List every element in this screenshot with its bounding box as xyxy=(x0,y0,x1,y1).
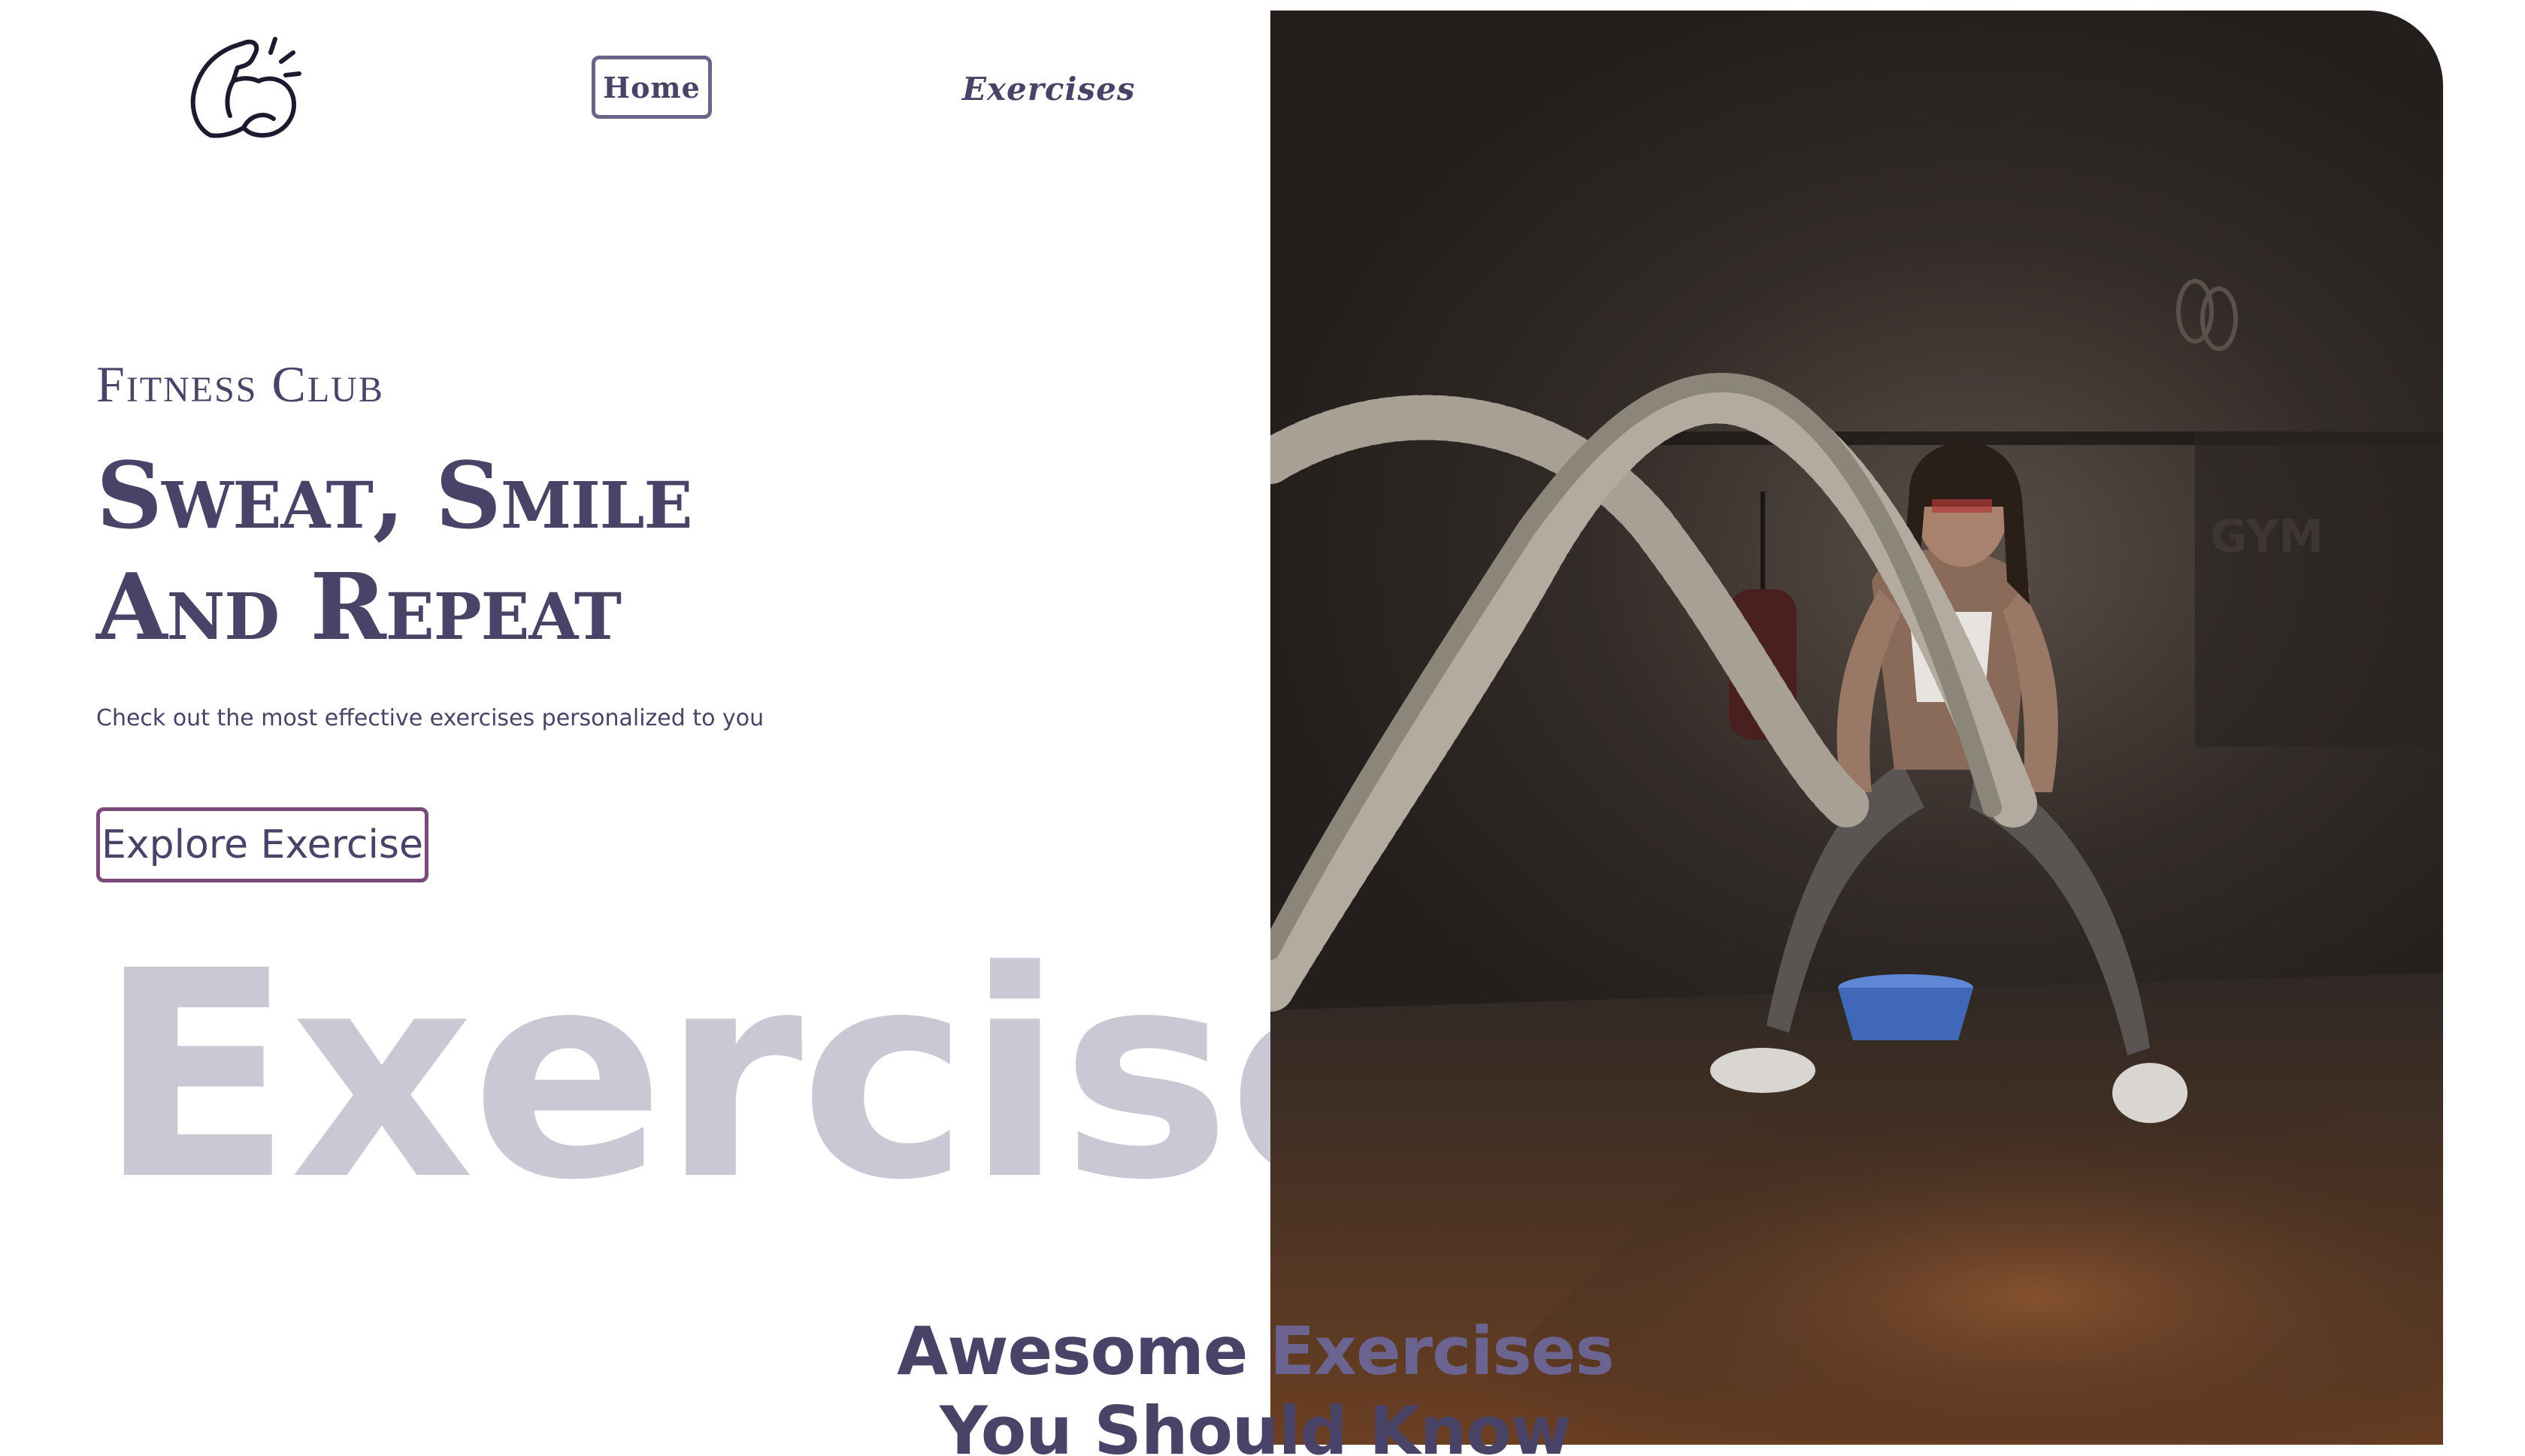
hero-headline: Sweat, Smile And Repeat xyxy=(96,440,692,662)
hero-tagline: Check out the most effective exercises p… xyxy=(96,705,764,731)
section-title-line2: You Should Know xyxy=(940,1392,1572,1456)
logo-bicep-icon[interactable] xyxy=(180,23,308,150)
section-title-part1: Awesome xyxy=(897,1312,1248,1390)
svg-text:GYM: GYM xyxy=(2210,510,2324,563)
explore-exercise-button[interactable]: Explore Exercise xyxy=(96,807,428,882)
hero-headline-line2: And Repeat xyxy=(96,552,622,661)
nav-exercises-link[interactable]: Exercises xyxy=(962,66,1135,111)
section-title-accent: Exercises xyxy=(1270,1312,1615,1390)
section-title: Awesome Exercises You Should Know xyxy=(819,1312,1691,1456)
battle-ropes-photo-icon: GYM xyxy=(1270,279,2443,1445)
hero-headline-line1: Sweat, Smile xyxy=(96,441,692,549)
hero-image-battle-ropes: GYM xyxy=(1270,11,2443,1445)
hero-eyebrow: Fitness Club xyxy=(96,356,384,413)
nav-home-link[interactable]: Home xyxy=(592,56,712,119)
